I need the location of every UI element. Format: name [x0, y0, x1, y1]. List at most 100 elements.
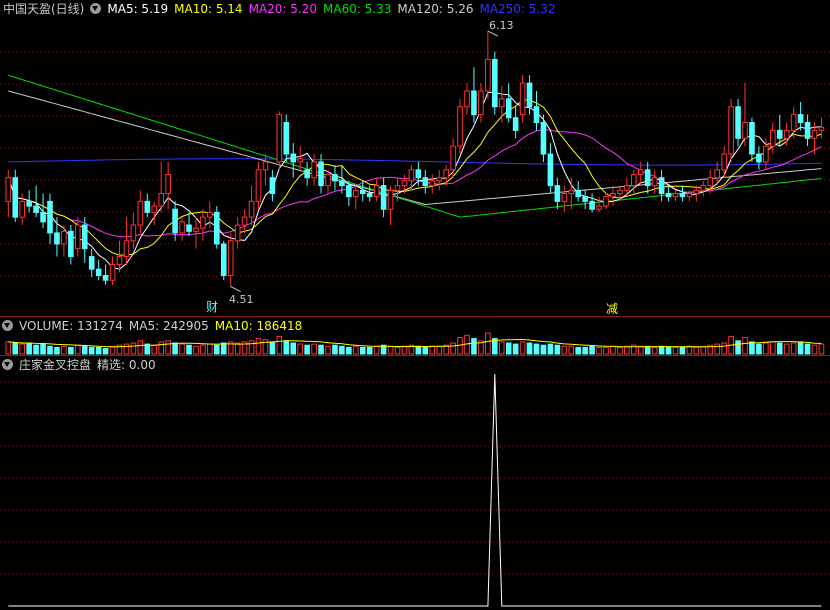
- candle-body: [220, 243, 227, 276]
- ma250-line: [8, 158, 822, 166]
- volume-bar: [40, 343, 46, 355]
- candle-body: [429, 180, 436, 187]
- candle-body: [644, 169, 651, 187]
- candle-body: [186, 224, 192, 232]
- ma20-line: [7, 128, 822, 238]
- volume-bar: [179, 343, 185, 355]
- candle-body: [165, 174, 171, 194]
- volume-legend-item-0: VOLUME: 131274: [19, 319, 123, 333]
- candle-body: [33, 205, 39, 213]
- marker-jian[interactable]: 减: [606, 300, 618, 316]
- volume-bar: [637, 345, 644, 355]
- candle-body: [658, 177, 665, 194]
- volume-bar: [353, 345, 359, 355]
- volume-bar: [33, 344, 39, 355]
- ma-legend-item-0: MA5: 5.19: [107, 2, 169, 16]
- volume-bar: [603, 346, 609, 355]
- volume-bar: [207, 343, 213, 355]
- volume-bar: [797, 341, 804, 355]
- candle-body: [158, 192, 164, 207]
- candle-body: [276, 114, 283, 163]
- volume-bar: [200, 344, 206, 355]
- candle-body: [637, 169, 644, 176]
- candle-body: [533, 106, 540, 124]
- volume-bar: [151, 344, 158, 355]
- volume-bar: [568, 345, 575, 355]
- indicator-chart[interactable]: [0, 356, 830, 610]
- volume-bar: [589, 345, 595, 355]
- volume-bar: [540, 344, 547, 355]
- candle-body: [443, 169, 449, 179]
- volume-bar: [325, 345, 331, 355]
- volume-bar: [547, 343, 554, 355]
- dropdown-caret-icon[interactable]: [90, 3, 102, 14]
- volume-bar: [214, 344, 220, 355]
- candle-body: [450, 145, 456, 171]
- candle-body: [735, 106, 741, 139]
- price-panel[interactable]: 中国天盈(日线) MA5: 5.19 MA10: 5.14 MA20: 5.20 MA6…: [0, 0, 830, 316]
- volume-bar: [304, 344, 310, 355]
- volume-bar: [373, 345, 380, 355]
- candle-body: [193, 227, 199, 232]
- candle-body: [498, 98, 505, 108]
- volume-legend-item-2: MA10: 186418: [214, 319, 303, 333]
- volume-bar: [596, 346, 602, 355]
- high-price-label: 6.13: [489, 19, 514, 32]
- candle-body: [359, 189, 366, 194]
- volume-bar: [19, 343, 25, 355]
- volume-bar: [561, 345, 568, 355]
- candle-body: [631, 174, 637, 187]
- volume-bar: [790, 342, 797, 355]
- volume-bar: [26, 342, 32, 355]
- price-chart[interactable]: [0, 0, 830, 316]
- volume-bar: [686, 345, 693, 355]
- candle-body: [325, 174, 331, 187]
- volume-bar: [123, 343, 130, 355]
- candle-body: [401, 180, 408, 187]
- dropdown-caret-icon[interactable]: [2, 320, 13, 331]
- candle-body: [415, 169, 422, 179]
- candle-body: [763, 145, 769, 163]
- volume-bar: [672, 346, 679, 355]
- candle-body: [380, 185, 387, 210]
- volume-bar: [804, 343, 811, 355]
- candle-body: [241, 216, 248, 226]
- candle-body: [749, 122, 755, 155]
- volume-bar: [75, 344, 81, 355]
- candle-body: [339, 180, 345, 187]
- volume-ma10-line: [8, 338, 822, 348]
- candle-body: [68, 230, 74, 258]
- indicator-panel[interactable]: 庄家金叉控盘 精选: 0.00: [0, 356, 830, 610]
- candle-body: [214, 211, 220, 245]
- volume-header: VOLUME: 131274 MA5: 242905 MA10: 186418: [0, 317, 308, 335]
- candle-body: [262, 161, 269, 171]
- volume-bar: [346, 346, 352, 355]
- volume-bar: [575, 346, 582, 355]
- candle-body: [116, 256, 123, 265]
- volume-bar: [658, 345, 665, 355]
- volume-bar: [366, 346, 373, 355]
- volume-bar: [193, 345, 199, 355]
- volume-bar: [311, 343, 317, 355]
- candle-body: [26, 200, 32, 207]
- volume-bar: [255, 338, 262, 355]
- candle-body: [408, 169, 415, 182]
- marker-cai[interactable]: 财: [206, 298, 218, 315]
- candle-body: [526, 82, 533, 108]
- candle-body: [554, 185, 561, 202]
- volume-bar: [81, 345, 88, 355]
- volume-bar: [735, 340, 741, 355]
- candle-body: [756, 153, 762, 163]
- candle-body: [665, 192, 672, 198]
- candle-body: [123, 240, 130, 258]
- volume-panel[interactable]: VOLUME: 131274 MA5: 242905 MA10: 186418: [0, 317, 830, 355]
- candle-body: [283, 122, 290, 155]
- volume-bar: [554, 344, 561, 355]
- volume-bar: [429, 345, 436, 355]
- volume-bar: [436, 345, 442, 355]
- volume-bar: [776, 342, 783, 355]
- candle-body: [47, 200, 53, 234]
- volume-bar: [498, 341, 505, 355]
- dropdown-caret-icon[interactable]: [2, 359, 13, 370]
- candle-body: [707, 177, 714, 187]
